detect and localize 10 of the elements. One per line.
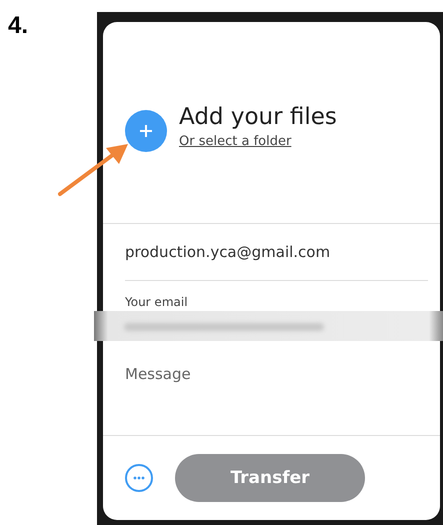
add-files-button[interactable] xyxy=(125,110,167,152)
step-number: 4. xyxy=(8,12,28,40)
plus-icon xyxy=(139,124,153,138)
recipient-email-field[interactable]: production.yca@gmail.com xyxy=(125,224,428,281)
upload-title: Add your files xyxy=(179,104,337,130)
ellipsis-icon xyxy=(133,476,145,480)
more-options-button[interactable] xyxy=(125,464,153,492)
email-field-label: Your email xyxy=(125,295,188,309)
select-folder-link[interactable]: Or select a folder xyxy=(179,134,337,149)
message-field[interactable]: Message xyxy=(103,345,440,436)
